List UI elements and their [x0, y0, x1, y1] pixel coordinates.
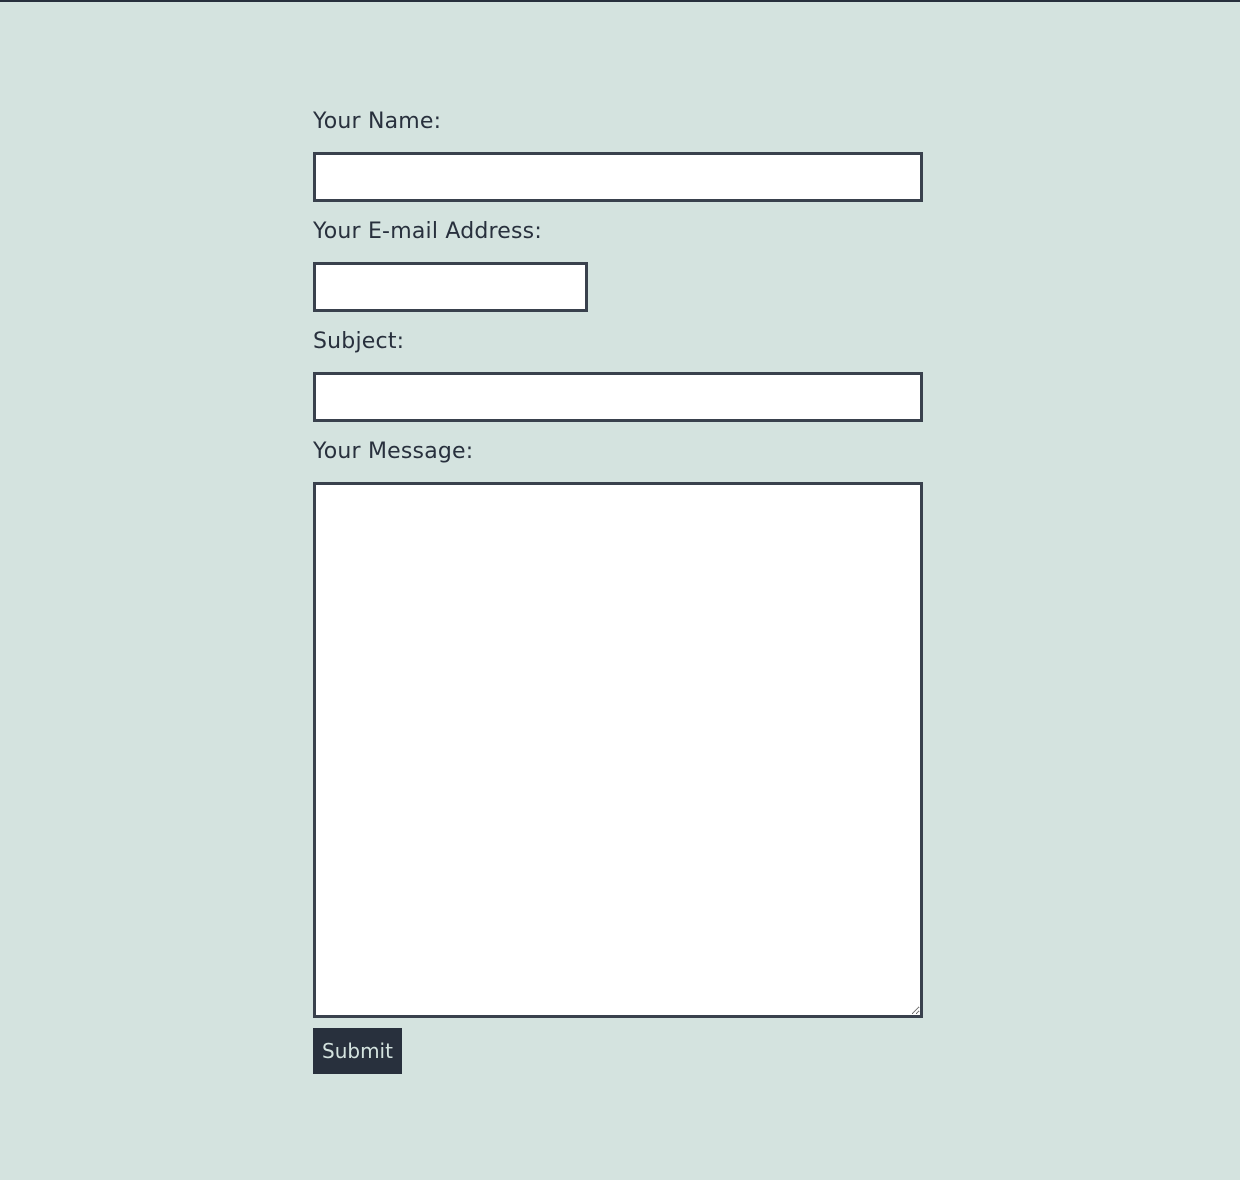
- email-input[interactable]: [313, 262, 588, 312]
- subject-label: Subject:: [313, 329, 405, 354]
- name-label: Your Name:: [313, 109, 442, 134]
- submit-button[interactable]: Submit: [313, 1028, 402, 1074]
- name-input[interactable]: [313, 152, 923, 202]
- contact-form: Your Name: Your E-mail Address: Subject:…: [313, 106, 923, 1074]
- subject-input[interactable]: [313, 372, 923, 422]
- email-label: Your E-mail Address:: [313, 219, 542, 244]
- message-textarea[interactable]: [313, 482, 923, 1018]
- message-label: Your Message:: [313, 439, 474, 464]
